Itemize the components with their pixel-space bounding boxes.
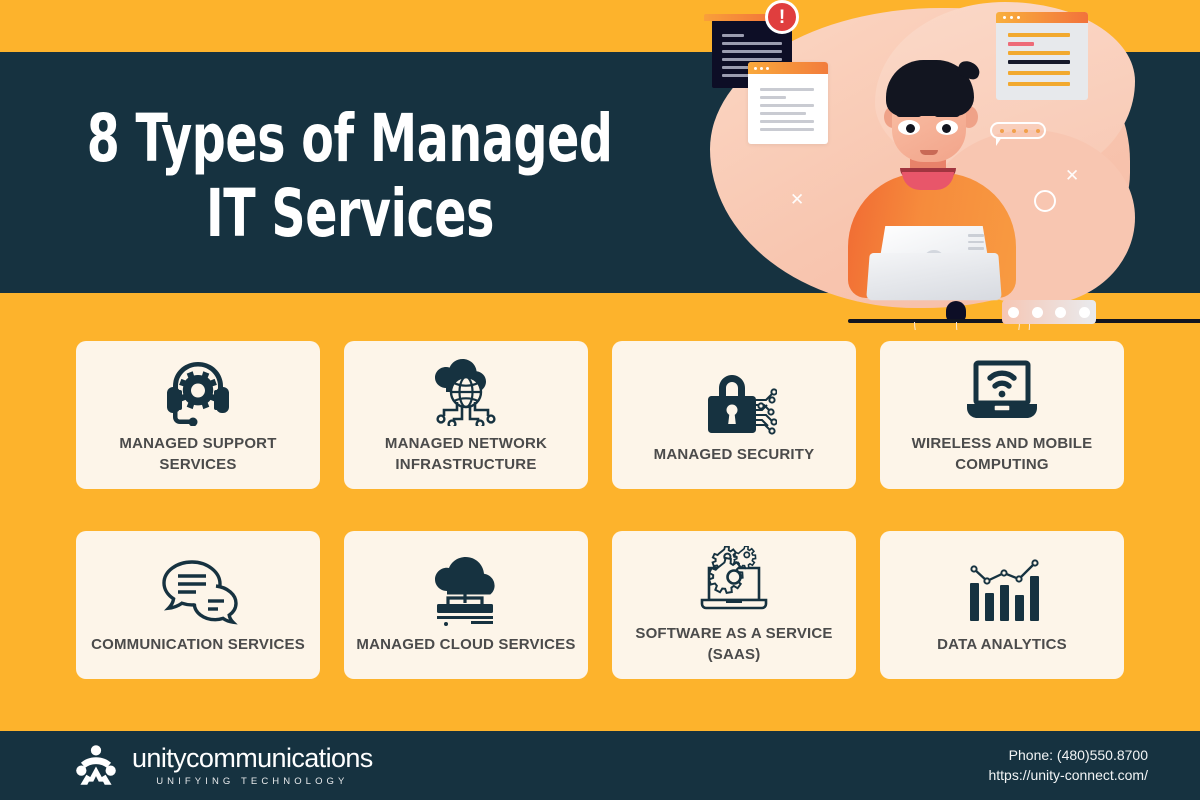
card-label: DATA ANALYTICS <box>937 635 1067 653</box>
window-titlebar <box>996 12 1088 23</box>
service-card-grid: MANAGED SUPPORT SERVICES MANAGED NETWORK… <box>0 341 1200 691</box>
service-card-wireless-and-mobile-computing[interactable]: WIRELESS AND MOBILE COMPUTING <box>880 341 1124 489</box>
phone-number: Phone: (480)550.8700 <box>1008 746 1148 763</box>
person-eyebrow <box>934 110 960 117</box>
service-card-communication-services[interactable]: COMMUNICATION SERVICES <box>76 531 320 679</box>
infographic-page: ! ✕ ✕ 8 Types of Managed IT Services MAN… <box>0 0 1200 800</box>
service-card-managed-cloud-services[interactable]: MANAGED CLOUD SERVICES <box>344 531 588 679</box>
unity-logo-icon <box>76 744 116 785</box>
website-url[interactable]: https://unity-connect.com/ <box>988 766 1148 786</box>
decorative-x-icon: ✕ <box>1065 166 1080 185</box>
card-label: WIRELESS AND MOBILE COMPUTING <box>911 435 1093 473</box>
padlock-circuit-icon <box>622 363 846 441</box>
laptop-menu-lines <box>968 234 984 254</box>
service-card-software-as-a-service[interactable]: SOFTWARE AS A SERVICE (SAAS) <box>612 531 856 679</box>
person-illustration <box>830 38 1200 330</box>
card-label: MANAGED CLOUD SERVICES <box>356 635 576 653</box>
decorative-x-icon: ✕ <box>790 190 805 209</box>
brand-tagline: UNIFYING TECHNOLOGY <box>156 775 349 787</box>
page-title: 8 Types of Managed IT Services <box>0 62 700 292</box>
brand-name: unitycommunications <box>132 742 373 773</box>
card-label: MANAGED NETWORK INFRASTRUCTURE <box>384 435 548 473</box>
laptop-base <box>866 253 1002 301</box>
speech-bubbles-icon <box>86 553 310 631</box>
card-label: COMMUNICATION SERVICES <box>91 635 305 653</box>
service-card-data-analytics[interactable]: DATA ANALYTICS <box>880 531 1124 679</box>
pagination-dots[interactable] <box>1002 300 1096 324</box>
decorative-circle-icon <box>1034 190 1056 212</box>
person-eyebrow <box>896 110 922 117</box>
brand-logo[interactable]: unitycommunications UNIFYING TECHNOLOGY <box>74 744 373 788</box>
pagination-dot[interactable] <box>1078 306 1090 318</box>
hero-illustration: ! ✕ ✕ <box>690 0 1200 330</box>
pagination-dot[interactable] <box>1031 306 1043 318</box>
title-line-2: IT Services <box>206 175 494 252</box>
card-label: MANAGED SECURITY <box>653 445 815 463</box>
pagination-dot[interactable] <box>1055 306 1067 318</box>
brand-text: unitycommunications UNIFYING TECHNOLOGY <box>132 742 373 787</box>
cloud-globe-network-icon <box>354 352 578 430</box>
bar-chart-trend-icon <box>890 553 1114 631</box>
service-card-managed-network-infrastructure[interactable]: MANAGED NETWORK INFRASTRUCTURE <box>344 341 588 489</box>
laptop-wifi-icon <box>890 352 1114 430</box>
contact-info: Phone: (480)550.8700 https://unity-conne… <box>988 746 1148 786</box>
cloud-servers-icon <box>354 553 578 631</box>
title-line-1: 8 Types of Managed <box>87 100 613 178</box>
window-titlebar <box>748 62 828 74</box>
person-pupil <box>942 124 951 133</box>
card-label: SOFTWARE AS A SERVICE (SAAS) <box>635 625 833 663</box>
card-label: MANAGED SUPPORT SERVICES <box>119 435 277 473</box>
laptop-gears-icon <box>622 542 846 620</box>
service-card-managed-support-services[interactable]: MANAGED SUPPORT SERVICES <box>76 341 320 489</box>
light-window-icon <box>748 62 828 144</box>
alert-badge-icon: ! <box>765 0 799 34</box>
headset-gear-icon <box>86 352 310 430</box>
pagination-dot[interactable] <box>1008 306 1020 318</box>
person-mouth <box>920 150 938 155</box>
service-card-managed-security[interactable]: MANAGED SECURITY <box>612 341 856 489</box>
footer-bar: unitycommunications UNIFYING TECHNOLOGY … <box>0 731 1200 800</box>
person-pupil <box>906 124 915 133</box>
